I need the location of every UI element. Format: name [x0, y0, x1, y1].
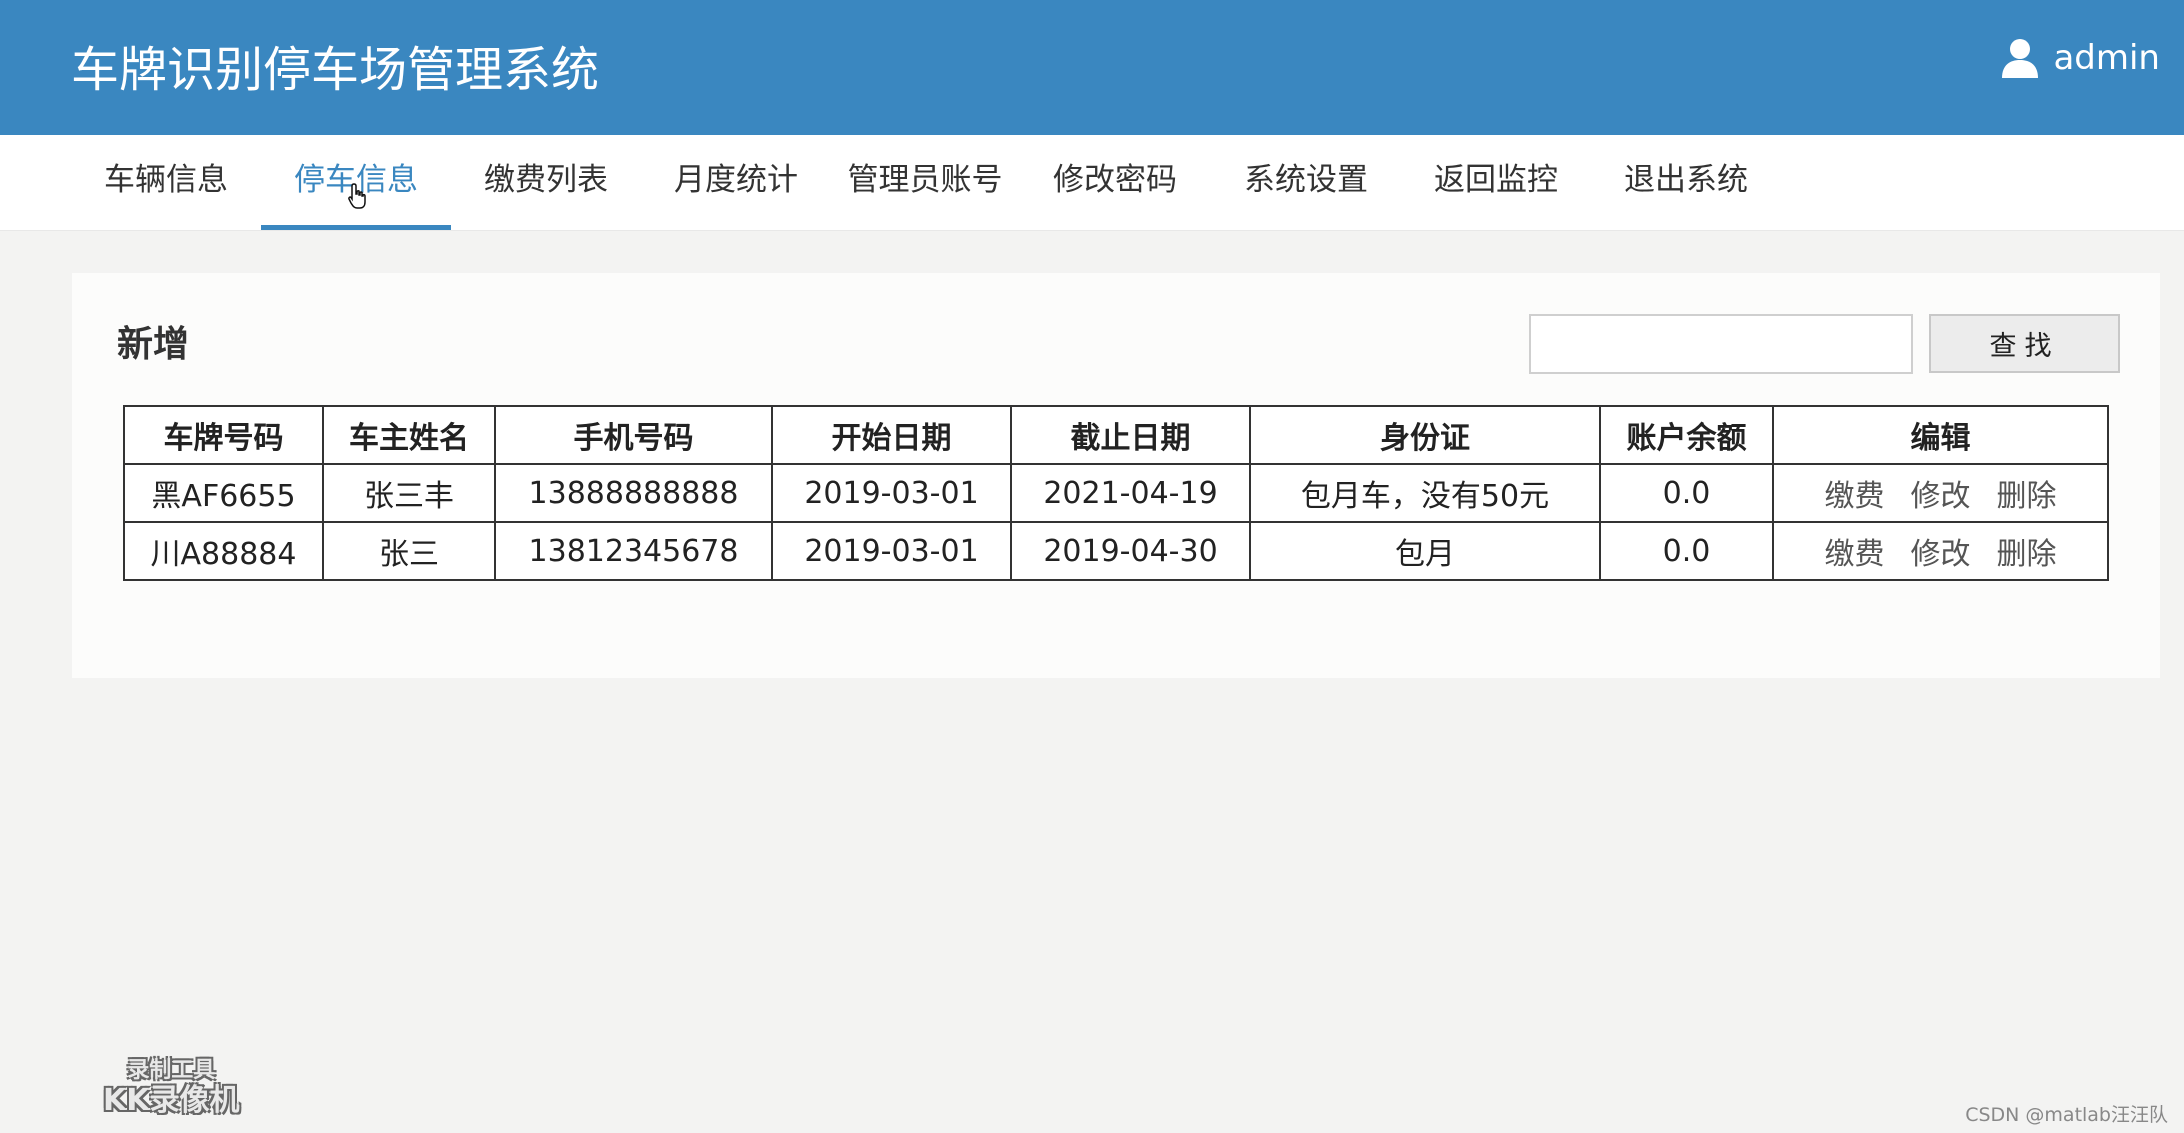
column-header: 截止日期: [1010, 405, 1251, 465]
search-input[interactable]: [1529, 314, 1913, 374]
table-row: 川A88884 张三 13812345678 2019-03-01 2019-0…: [123, 521, 2109, 581]
nav-change-password[interactable]: 修改密码: [1035, 135, 1195, 230]
column-header: 编辑: [1772, 405, 2109, 465]
user-icon: [2001, 38, 2039, 78]
edit-button[interactable]: 修改: [1911, 471, 1971, 515]
user-menu[interactable]: admin: [2001, 38, 2160, 78]
pay-button[interactable]: 缴费: [1825, 471, 1885, 515]
user-name: admin: [2053, 38, 2160, 78]
nav-system-settings[interactable]: 系统设置: [1226, 135, 1386, 230]
pay-button[interactable]: 缴费: [1825, 529, 1885, 573]
id-card-cell: 包月: [1249, 521, 1601, 581]
nav-payment-list[interactable]: 缴费列表: [466, 135, 626, 230]
recorder-logo-line1: 录制工具: [127, 1058, 216, 1083]
nav-monthly-stats[interactable]: 月度统计: [656, 135, 816, 230]
balance-cell: 0.0: [1599, 463, 1774, 523]
nav-vehicle-info[interactable]: 车辆信息: [86, 135, 246, 230]
app-header: 车牌识别停车场管理系统 admin: [0, 0, 2184, 135]
nav-logout[interactable]: 退出系统: [1606, 135, 1766, 230]
owner-cell: 张三丰: [322, 463, 496, 523]
add-button[interactable]: 新增: [117, 315, 189, 367]
delete-button[interactable]: 删除: [1997, 529, 2057, 573]
recorder-logo: 录制工具 KK录像机: [103, 1060, 240, 1116]
plate-cell: 川A88884: [123, 521, 324, 581]
phone-cell: 13812345678: [494, 521, 773, 581]
start-date-cell: 2019-03-01: [771, 521, 1012, 581]
column-header: 车牌号码: [123, 405, 324, 465]
end-date-cell: 2021-04-19: [1010, 463, 1251, 523]
search-button[interactable]: 查找: [1929, 314, 2120, 373]
recorder-logo-line2: KK录像机: [103, 1083, 240, 1118]
column-header: 身份证: [1249, 405, 1601, 465]
start-date-cell: 2019-03-01: [771, 463, 1012, 523]
plate-cell: 黑AF6655: [123, 463, 324, 523]
owner-cell: 张三: [322, 521, 496, 581]
column-header: 开始日期: [771, 405, 1012, 465]
mouse-cursor-icon: [348, 183, 366, 213]
column-header: 车主姓名: [322, 405, 496, 465]
main-nav: 车辆信息 停车信息 缴费列表 月度统计 管理员账号 修改密码 系统设置 返回监控…: [0, 135, 2184, 231]
edit-button[interactable]: 修改: [1911, 529, 1971, 573]
actions-cell: 缴费 修改 删除: [1772, 521, 2109, 581]
end-date-cell: 2019-04-30: [1010, 521, 1251, 581]
nav-back-to-monitor[interactable]: 返回监控: [1416, 135, 1576, 230]
delete-button[interactable]: 删除: [1997, 471, 2057, 515]
nav-admin-accounts[interactable]: 管理员账号: [840, 135, 1010, 230]
phone-cell: 13888888888: [494, 463, 773, 523]
parking-table: 车牌号码 车主姓名 手机号码 开始日期 截止日期 身份证 账户余额 编辑 黑AF…: [123, 405, 2109, 581]
table-header-row: 车牌号码 车主姓名 手机号码 开始日期 截止日期 身份证 账户余额 编辑: [123, 405, 2109, 465]
table-row: 黑AF6655 张三丰 13888888888 2019-03-01 2021-…: [123, 463, 2109, 523]
csdn-watermark: CSDN @matlab汪汪队: [1965, 1104, 2168, 1126]
column-header: 手机号码: [494, 405, 773, 465]
id-card-cell: 包月车，没有50元: [1249, 463, 1601, 523]
content-panel: 新增 查找 车牌号码 车主姓名 手机号码 开始日期 截止日期 身份证 账户余额 …: [72, 273, 2160, 678]
balance-cell: 0.0: [1599, 521, 1774, 581]
column-header: 账户余额: [1599, 405, 1774, 465]
actions-cell: 缴费 修改 删除: [1772, 463, 2109, 523]
app-title: 车牌识别停车场管理系统: [71, 42, 600, 98]
